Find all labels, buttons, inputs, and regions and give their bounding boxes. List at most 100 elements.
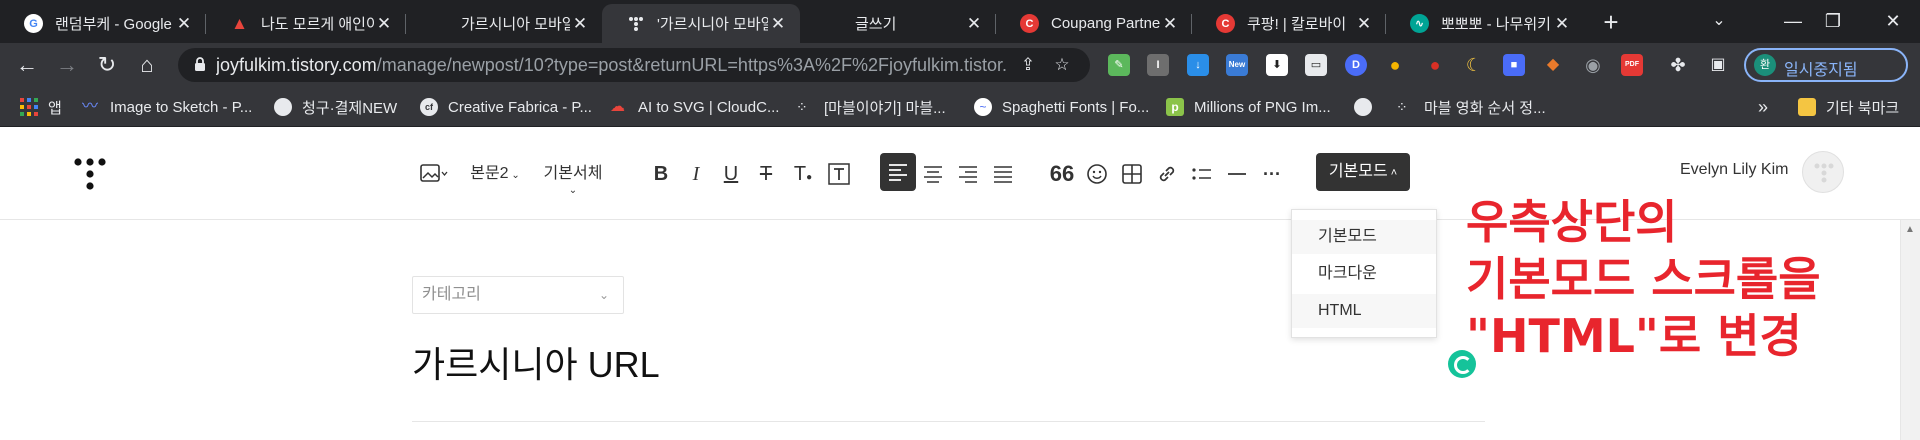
address-bar[interactable]: joyfulkim.tistory.com/manage/newpost/10?…	[178, 48, 1090, 82]
underline-icon[interactable]: U	[718, 161, 744, 187]
mode-option-html[interactable]: HTML	[1292, 294, 1436, 328]
ext-blue-icon[interactable]: ■	[1503, 54, 1525, 76]
tab-0[interactable]: G 랜덤부케 - Google ✕	[0, 4, 206, 43]
ext-new-icon[interactable]: New	[1226, 54, 1248, 76]
align-center-icon[interactable]	[920, 161, 946, 187]
bookmark-marvel-story[interactable]: ⁘ [마블이야기] 마블...	[796, 96, 946, 118]
bookmark-png[interactable]: p Millions of PNG Im...	[1166, 96, 1331, 118]
back-button[interactable]: ←	[12, 50, 42, 80]
text-background-icon[interactable]	[826, 161, 852, 187]
close-icon[interactable]: ✕	[1552, 14, 1572, 34]
close-icon[interactable]: ✕	[1354, 14, 1374, 34]
mode-option-markdown[interactable]: 마크다운	[1292, 257, 1436, 291]
close-window-button[interactable]: ✕	[1878, 6, 1908, 36]
flask-icon: ▲	[231, 13, 248, 33]
bookmark-apps[interactable]: 앱	[20, 96, 62, 118]
text-color-icon[interactable]: T●	[788, 161, 818, 187]
ext-circle-icon[interactable]: ◉	[1582, 54, 1604, 76]
close-icon[interactable]: ✕	[768, 14, 788, 34]
align-left-button[interactable]	[880, 153, 916, 191]
editor-mode-label: 기본모드	[1328, 163, 1388, 180]
restore-button[interactable]: ❐	[1818, 6, 1848, 36]
ext-dark-icon[interactable]: ▭	[1305, 54, 1327, 76]
chevron-down-icon: ⌄	[508, 170, 520, 181]
tab-5[interactable]: C Coupang Partners ✕	[996, 4, 1192, 43]
close-icon[interactable]: ✕	[570, 14, 590, 34]
tab-7[interactable]: ∿ 뽀뽀뽀 - 나무위키 ✕	[1386, 4, 1584, 43]
table-icon[interactable]	[1119, 161, 1145, 187]
tistory-icon	[626, 14, 645, 33]
tistory-logo[interactable]	[72, 156, 108, 192]
new-tab-button[interactable]: +	[1596, 8, 1626, 38]
forward-button[interactable]: →	[52, 50, 82, 80]
lock-icon[interactable]	[194, 56, 206, 72]
ext-balloon-icon[interactable]: ●	[1384, 54, 1406, 76]
paragraph-style-dropdown[interactable]: 본문2 ⌄	[466, 161, 524, 187]
tab-search-icon[interactable]: ⌄	[1704, 6, 1734, 36]
ext-green-icon[interactable]: ✎	[1108, 54, 1130, 76]
bookmark-spaghetti-fonts[interactable]: ~ Spaghetti Fonts | Fo...	[974, 96, 1149, 118]
ext-d-icon[interactable]: D	[1345, 54, 1367, 76]
bold-icon[interactable]: B	[648, 161, 674, 187]
divider-icon[interactable]	[1224, 161, 1250, 187]
align-justify-icon[interactable]	[990, 161, 1016, 187]
close-icon[interactable]: ✕	[964, 14, 984, 34]
ext-moon-icon[interactable]: ☾	[1463, 54, 1485, 76]
image-insert-icon[interactable]	[416, 161, 452, 187]
close-icon[interactable]: ✕	[174, 14, 194, 34]
minimize-button[interactable]: —	[1778, 6, 1808, 36]
reload-button[interactable]: ↻	[92, 50, 122, 80]
link-icon[interactable]	[1154, 161, 1180, 187]
side-panel-icon[interactable]: ▣	[1707, 54, 1729, 76]
other-bookmarks[interactable]: 기타 북마크	[1798, 96, 1899, 118]
page-scrollbar[interactable]: ▲	[1900, 220, 1920, 440]
bookmark-billing[interactable]: 청구·결제NEW	[274, 96, 397, 118]
tab-6[interactable]: C 쿠팡! | 칼로바이 ✕	[1192, 4, 1386, 43]
font-dropdown[interactable]: 기본서체 ⌄	[538, 161, 608, 196]
ext-fox-icon[interactable]: ◆	[1542, 54, 1564, 76]
ext-gray-icon[interactable]: I	[1147, 54, 1169, 76]
extensions-puzzle-icon[interactable]: ✤	[1667, 54, 1689, 76]
align-right-icon[interactable]	[955, 161, 981, 187]
post-title-input[interactable]: 가르시니아 URL	[412, 336, 660, 388]
category-select[interactable]: 카테고리 ⌄	[412, 276, 624, 314]
tistory-icon: ⁘	[1396, 99, 1408, 115]
editor-mode-button[interactable]: 기본모드 ˄	[1316, 153, 1410, 191]
ext-red-icon[interactable]: ●	[1424, 54, 1446, 76]
tab-3-active[interactable]: '가르시니아 모바일 ✕	[602, 4, 800, 43]
list-icon[interactable]	[1189, 161, 1215, 187]
scroll-up-icon[interactable]: ▲	[1905, 224, 1915, 235]
bookmark-creative-fabrica[interactable]: cf Creative Fabrica - P...	[420, 96, 592, 118]
emoji-icon[interactable]	[1084, 161, 1110, 187]
profile-button[interactable]: 환 일시중지됨	[1744, 48, 1908, 82]
close-icon[interactable]: ✕	[374, 14, 394, 34]
bookmark-globe[interactable]	[1354, 96, 1382, 118]
ext-pdf-icon[interactable]: PDF	[1621, 54, 1643, 76]
more-icon[interactable]: ···	[1259, 161, 1285, 187]
close-icon[interactable]: ✕	[1160, 14, 1180, 34]
spaghetti-icon: ~	[974, 98, 992, 116]
mode-option-basic[interactable]: 기본모드	[1292, 220, 1436, 254]
ext-shield-icon[interactable]: ⬇	[1266, 54, 1288, 76]
strikethrough-icon[interactable]: T	[753, 161, 779, 187]
tab-1[interactable]: ▲ 나도 모르게 애인이 ✕	[206, 4, 406, 43]
globe-icon	[1354, 98, 1372, 116]
bookmarks-overflow-button[interactable]: »	[1758, 96, 1768, 118]
user-avatar[interactable]	[1802, 151, 1844, 193]
bookmark-label: 마블 영화 순서 정...	[1424, 99, 1546, 117]
quote-icon[interactable]: 66	[1048, 161, 1076, 187]
bookmark-ai-to-svg[interactable]: ☁ AI to SVG | CloudC...	[610, 96, 779, 118]
tab-title: 가르시니아 모바일	[461, 16, 570, 33]
bookmark-marvel-order[interactable]: ⁘ 마블 영화 순서 정...	[1396, 96, 1546, 118]
italic-icon[interactable]: I	[683, 161, 709, 187]
tab-2[interactable]: 가르시니아 모바일 ✕	[406, 4, 602, 43]
bookmark-image-to-sketch[interactable]: 〰 Image to Sketch - P...	[82, 96, 252, 118]
share-icon[interactable]: ⇪	[1016, 53, 1040, 77]
ext-download-icon[interactable]: ↓	[1187, 54, 1209, 76]
bookmarks-bar: 앱 〰 Image to Sketch - P... 청구·결제NEW cf C…	[0, 87, 1920, 127]
home-button[interactable]: ⌂	[132, 50, 162, 80]
category-placeholder: 카테고리	[422, 286, 481, 303]
bookmark-star-icon[interactable]: ☆	[1050, 53, 1074, 77]
tab-4[interactable]: 글쓰기 ✕	[800, 4, 996, 43]
url-text[interactable]: joyfulkim.tistory.com/manage/newpost/10?…	[216, 55, 1006, 76]
